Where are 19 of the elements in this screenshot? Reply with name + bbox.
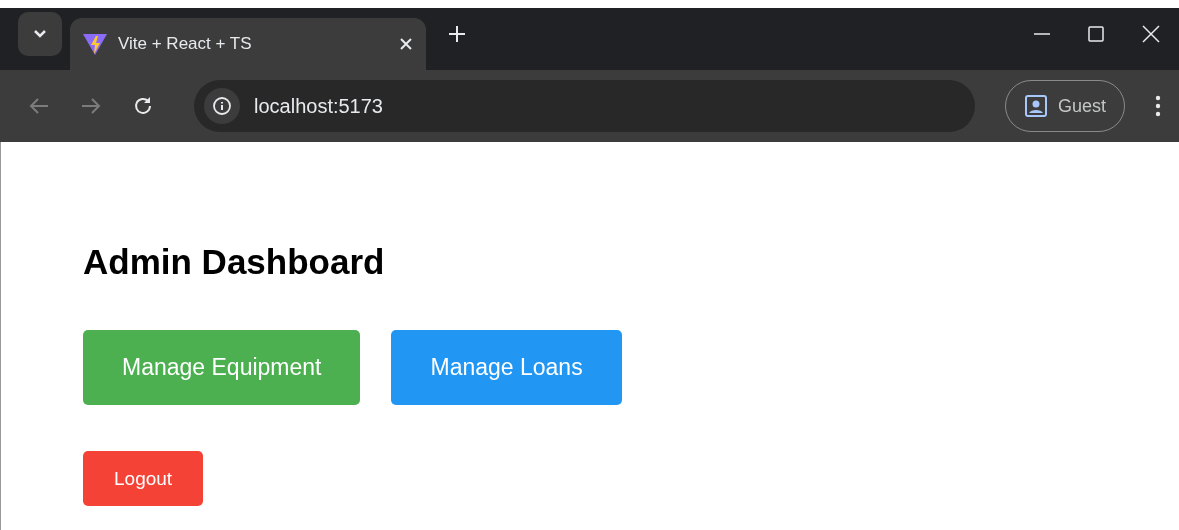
- tab-title: Vite + React + TS: [118, 34, 253, 54]
- new-tab-icon[interactable]: [448, 25, 466, 43]
- maximize-icon[interactable]: [1087, 24, 1105, 44]
- person-icon: [1023, 94, 1048, 118]
- reload-icon[interactable]: [132, 95, 154, 117]
- more-menu-icon[interactable]: [1155, 95, 1161, 117]
- page-heading: Admin Dashboard: [83, 242, 386, 282]
- logout-button[interactable]: Logout: [83, 451, 204, 506]
- lightning-logo-icon: [82, 32, 108, 56]
- address-bar[interactable]: localhost:5173: [194, 80, 975, 132]
- browser-tab[interactable]: Vite + React + TS: [70, 18, 426, 70]
- close-icon[interactable]: [398, 36, 414, 52]
- url-text: localhost:5173: [254, 94, 383, 118]
- close-window-icon[interactable]: [1141, 24, 1161, 44]
- chevron-down-icon: [33, 29, 47, 39]
- tab-list-button[interactable]: [18, 12, 62, 56]
- forward-arrow-icon[interactable]: [80, 96, 102, 116]
- info-icon[interactable]: [204, 88, 240, 124]
- back-arrow-icon[interactable]: [28, 96, 50, 116]
